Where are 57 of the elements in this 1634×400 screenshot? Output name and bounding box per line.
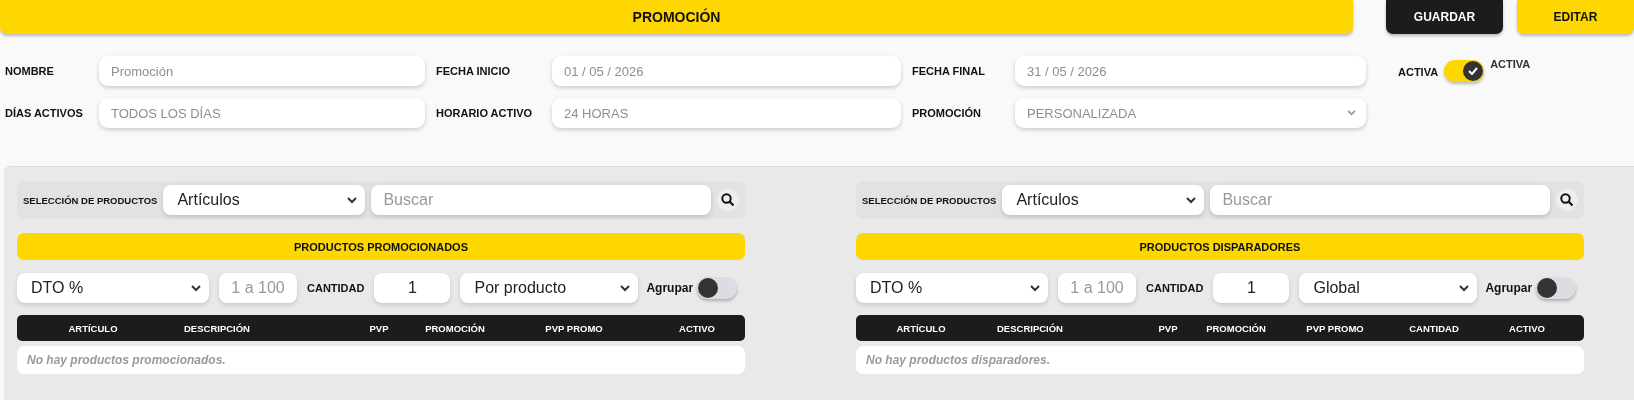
chevron-icon (620, 284, 631, 292)
quantity-label: CANTIDAD (307, 282, 365, 294)
chevron-icon (1347, 110, 1356, 116)
mode-select[interactable]: Por producto (460, 273, 639, 303)
column-header: PVP PROMO (1305, 322, 1365, 334)
column-header: PVP PROMO (544, 322, 604, 334)
column-header: CANTIDAD (1408, 322, 1460, 334)
chevron-icon (191, 284, 201, 292)
field-label: NOMBRE (5, 65, 55, 77)
column-header: ARTÍCULO (895, 322, 947, 334)
chevron-icon (1186, 196, 1197, 204)
field-label: ACTIVA (1398, 66, 1439, 78)
group-toggle[interactable] (1536, 277, 1577, 299)
column-header: DESCRIPCIÓN (183, 322, 251, 334)
group-label: Agrupar (1485, 281, 1533, 295)
field-label: FECHA INICIO (436, 65, 512, 77)
mode-select[interactable]: Global (1299, 273, 1478, 303)
chevron-icon (1459, 284, 1470, 292)
search-button[interactable] (1556, 189, 1578, 211)
page-title: PROMOCIÓN (0, 0, 1353, 34)
column-header: ACTIVO (1508, 322, 1546, 334)
column-header: PROMOCIÓN (424, 322, 486, 334)
quantity-field[interactable]: 1 (374, 273, 451, 303)
product-type-select[interactable]: Artículos (163, 185, 366, 215)
section-title: PRODUCTOS PROMOCIONADOS (17, 233, 745, 260)
selector-label: SELECCIÓN DE PRODUCTOS (862, 194, 997, 206)
chevron-icon (1030, 284, 1040, 292)
check-icon (1468, 67, 1479, 75)
quantity-field[interactable]: 1 (1213, 273, 1290, 303)
save-button[interactable]: GUARDAR (1386, 0, 1503, 34)
empty-message: No hay productos disparadores. (856, 346, 1584, 374)
group-label: Agrupar (646, 281, 694, 295)
active-toggle[interactable] (1444, 60, 1485, 82)
column-header: DESCRIPCIÓN (996, 322, 1064, 334)
column-header: PROMOCIÓN (1205, 322, 1267, 334)
column-header: ACTIVO (678, 322, 716, 334)
section-title: PRODUCTOS DISPARADORES (856, 233, 1584, 260)
column-header: PVP (368, 322, 390, 334)
search-button[interactable] (717, 189, 739, 211)
field-label: DÍAS ACTIVOS (5, 107, 84, 119)
discount-type-select[interactable]: DTO % (856, 273, 1048, 303)
quantity-label: CANTIDAD (1146, 282, 1204, 294)
group-toggle[interactable] (697, 277, 738, 299)
product-type-select[interactable]: Artículos (1002, 185, 1205, 215)
empty-message: No hay productos promocionados. (17, 346, 745, 374)
chevron-icon (347, 196, 358, 204)
field-label: HORARIO ACTIVO (436, 107, 534, 119)
edit-button[interactable]: EDITAR (1517, 0, 1634, 34)
field-label: PROMOCIÓN (912, 107, 983, 119)
search-icon (1560, 193, 1574, 207)
column-header: ARTÍCULO (67, 322, 119, 334)
column-header: PVP (1157, 322, 1179, 334)
field-label: FECHA FINAL (912, 65, 986, 77)
discount-type-select[interactable]: DTO % (17, 273, 209, 303)
selector-label: SELECCIÓN DE PRODUCTOS (23, 194, 158, 206)
search-icon (721, 193, 735, 207)
toggle-caption: ACTIVA (1490, 58, 1531, 70)
